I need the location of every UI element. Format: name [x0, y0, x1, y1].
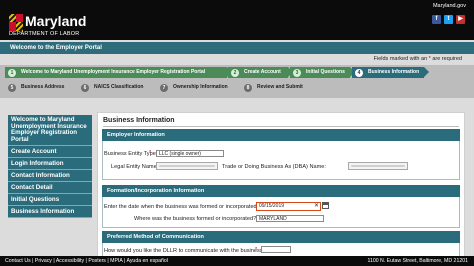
formation-state-value: MARYLAND	[259, 216, 287, 222]
step-number: 8	[244, 83, 252, 92]
legal-name-label: Legal Entity Name:	[111, 164, 159, 170]
formation-state-select[interactable]: MARYLAND	[256, 215, 324, 222]
step-label: NAICS Classification	[94, 84, 144, 90]
sidebar-item-business-information[interactable]: Business Information	[8, 206, 92, 218]
sidebar: Welcome to Maryland Unemployment Insuran…	[8, 115, 92, 218]
step-number: 2	[231, 68, 239, 77]
step-label: Business Address	[21, 84, 65, 90]
step-label: Business Information	[368, 69, 420, 75]
twitter-icon[interactable]: t	[444, 15, 453, 24]
sidebar-item-create-account[interactable]: Create Account	[8, 146, 92, 158]
communication-method-select[interactable]	[261, 246, 291, 253]
sidebar-item-contact-information[interactable]: Contact Information	[8, 170, 92, 182]
formation-date-input[interactable]: 09/15/2019 ✕	[256, 202, 321, 211]
site-footer: Contact Us | Privacy | Accessibility | P…	[0, 256, 474, 266]
sidebar-item-welcome[interactable]: Welcome to Maryland Unemployment Insuran…	[8, 115, 92, 146]
step-5[interactable]: 5 Business Address	[5, 82, 75, 93]
step-3[interactable]: 3 Initial Questions	[290, 67, 355, 78]
step-label: Ownership Information	[173, 84, 228, 90]
step-8[interactable]: 8 Review and Submit	[241, 82, 321, 93]
required-note-text: Fields marked with an	[373, 56, 428, 62]
registration-steps: 1 Welcome to Maryland Unemployment Insur…	[0, 65, 474, 98]
brand-subtitle: DEPARTMENT OF LABOR	[9, 31, 80, 37]
step-number: 5	[8, 83, 16, 92]
legal-name-field[interactable]	[156, 162, 218, 170]
footer-links[interactable]: Contact Us | Privacy | Accessibility | P…	[5, 256, 168, 266]
step-label: Initial Questions	[306, 69, 345, 75]
facebook-icon[interactable]: f	[432, 15, 441, 24]
clear-date-icon[interactable]: ✕	[314, 203, 319, 209]
step-label: Create Account	[244, 69, 281, 75]
formation-date-label: Enter the date when the business was for…	[104, 204, 259, 210]
step-4[interactable]: 4 Business Information	[352, 67, 429, 78]
brand-name[interactable]: Maryland	[25, 14, 86, 28]
maryland-flag-icon	[9, 14, 23, 31]
step-label: Welcome to Maryland Unemployment Insuran…	[21, 69, 206, 75]
step-1[interactable]: 1 Welcome to Maryland Unemployment Insur…	[5, 67, 232, 78]
youtube-icon[interactable]: ▶	[456, 15, 465, 24]
step-number: 6	[81, 83, 89, 92]
step-number: 3	[293, 68, 301, 77]
communication-method-header: Preferred Method of Communication	[102, 231, 460, 243]
business-information-panel: Business Information Employer Informatio…	[97, 112, 465, 257]
formation-information-header: Formation/Incorporation Information	[102, 185, 460, 197]
employer-information-section	[102, 141, 460, 180]
calendar-icon[interactable]	[322, 202, 329, 209]
step-2[interactable]: 2 Create Account	[228, 67, 293, 78]
sidebar-item-initial-questions[interactable]: Initial Questions	[8, 194, 92, 206]
sidebar-item-contact-detail[interactable]: Contact Detail	[8, 182, 92, 194]
sidebar-item-login-information[interactable]: Login Information	[8, 158, 92, 170]
communication-method-label: How would you like the DLLR to communica…	[104, 248, 266, 254]
employer-information-header: Employer Information	[102, 129, 460, 141]
step-number: 1	[8, 68, 16, 77]
required-note-suffix: are required	[432, 56, 462, 62]
site-header: Maryland DEPARTMENT OF LABOR Maryland.go…	[0, 0, 474, 40]
footer-address: 1100 N. Eutaw Street, Baltimore, MD 2120…	[367, 258, 468, 264]
required-fields-note: Fields marked with an * are required	[374, 56, 462, 62]
required-star-icon: *	[255, 247, 258, 253]
page-title: Business Information	[103, 117, 175, 124]
step-number: 7	[160, 83, 168, 92]
entity-type-select[interactable]: LLC (single owner)	[156, 150, 224, 157]
entity-type-value: LLC (single owner)	[159, 151, 201, 157]
step-label: Review and Submit	[257, 84, 303, 90]
formation-date-value: 09/15/2019	[259, 203, 285, 209]
required-star-icon: *	[149, 150, 152, 156]
step-7[interactable]: 7 Ownership Information	[157, 82, 243, 93]
step-number: 4	[355, 68, 363, 77]
required-star-icon: *	[428, 56, 431, 62]
title-divider	[103, 126, 459, 127]
formation-state-label: Where was the business formed or incorpo…	[134, 216, 257, 222]
portal-title-bar: Welcome to the Employer Portal	[0, 42, 474, 54]
dba-name-field[interactable]	[348, 162, 408, 170]
step-6[interactable]: 6 NAICS Classification	[78, 82, 158, 93]
dba-name-label: Trade or Doing Business As (DBA) Name:	[222, 164, 326, 170]
maryland-gov-link[interactable]: Maryland.gov	[433, 3, 466, 9]
